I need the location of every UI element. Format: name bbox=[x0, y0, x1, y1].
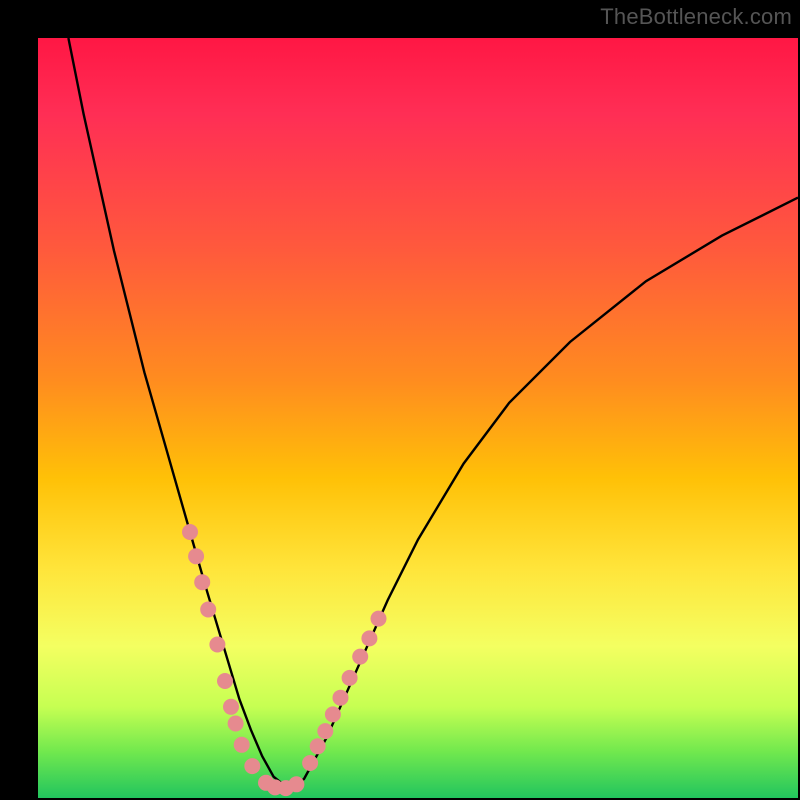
highlight-dot bbox=[194, 574, 210, 590]
highlight-dot bbox=[228, 716, 244, 732]
highlight-dot bbox=[209, 637, 225, 653]
highlight-dots-left bbox=[182, 524, 260, 774]
highlight-dots-bottom bbox=[258, 775, 304, 796]
highlight-dot bbox=[234, 737, 250, 753]
highlight-dot bbox=[317, 723, 333, 739]
highlight-dot bbox=[244, 758, 260, 774]
highlight-dot bbox=[325, 706, 341, 722]
highlight-dot bbox=[371, 611, 387, 627]
highlight-dot bbox=[302, 755, 318, 771]
highlight-dot bbox=[361, 630, 377, 646]
highlight-dot bbox=[288, 776, 304, 792]
bottleneck-curve bbox=[68, 38, 798, 789]
highlight-dot bbox=[188, 548, 204, 564]
highlight-dot bbox=[200, 602, 216, 618]
highlight-dot bbox=[217, 673, 233, 689]
highlight-dot bbox=[223, 699, 239, 715]
watermark-text: TheBottleneck.com bbox=[600, 4, 792, 30]
chart-overlay bbox=[38, 38, 798, 798]
highlight-dot bbox=[333, 690, 349, 706]
highlight-dots-right bbox=[302, 611, 386, 771]
stage: TheBottleneck.com bbox=[0, 0, 800, 800]
highlight-dot bbox=[310, 738, 326, 754]
highlight-dot bbox=[352, 649, 368, 665]
highlight-dot bbox=[342, 670, 358, 686]
highlight-dot bbox=[182, 524, 198, 540]
